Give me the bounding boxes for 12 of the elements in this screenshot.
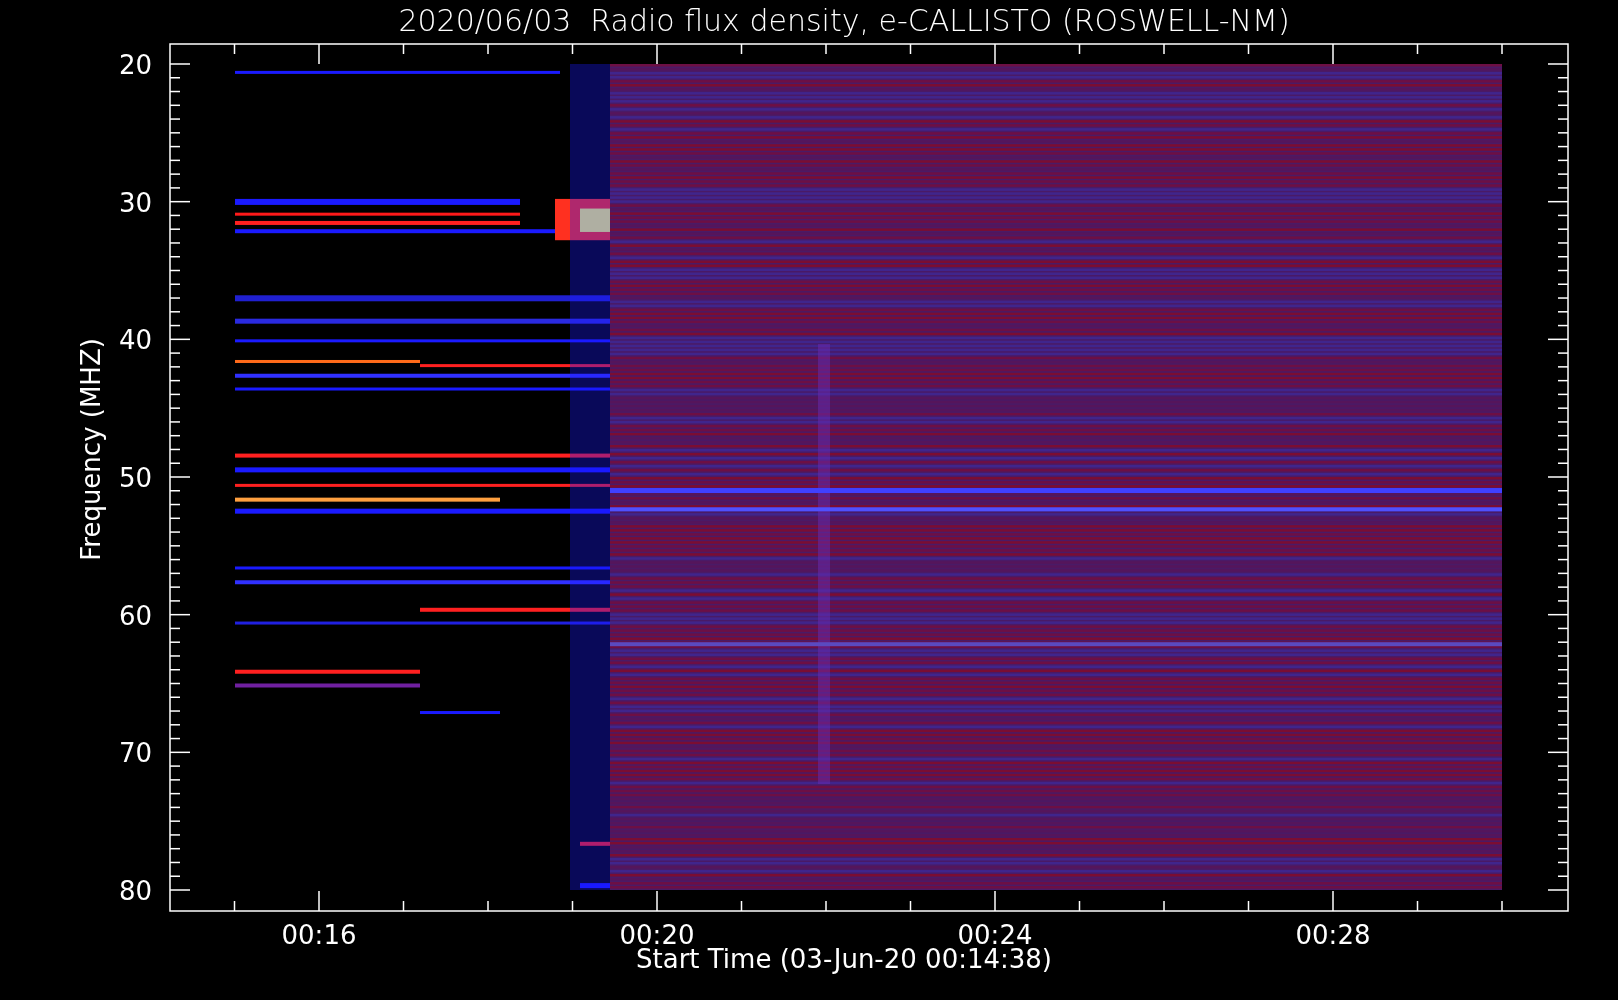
axis-title: Frequency (MHZ): [76, 338, 106, 561]
axis-tick-label: 80: [118, 876, 152, 906]
axis-tick-label: 60: [118, 600, 152, 631]
chart-title: 2020/06/03 Radio flux density, e-CALLISTO (ROSWELL-NM): [398, 2, 1290, 38]
axis-tick-label: 70: [118, 738, 152, 769]
axis-tick-label: 50: [118, 463, 152, 493]
axis-tick-label: 00:28: [1295, 920, 1371, 950]
axis-tick-label: 20: [118, 50, 152, 80]
axis-tick-label: 40: [118, 325, 152, 356]
axis-title: Start Time (03-Jun-20 00:14:38): [636, 944, 1052, 974]
axis-tick-label: 30: [118, 187, 152, 218]
axis-tick-label: 00:16: [281, 920, 357, 950]
